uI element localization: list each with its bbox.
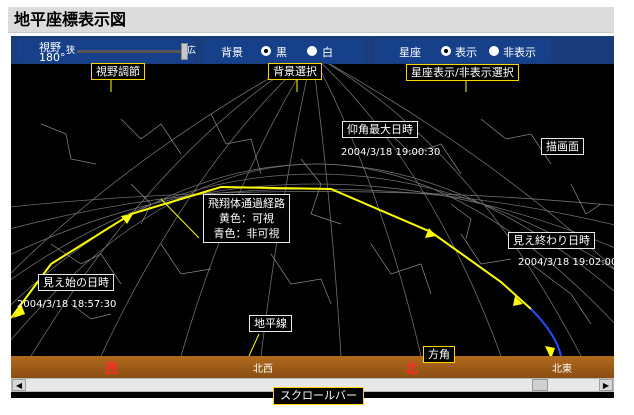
constellation-show-radio[interactable] [441,46,451,56]
annotation-scrollbar: スクロールバー [273,387,364,405]
sky-view-frame: 視野 180° 狭 広 背景 黒 白 星座 表示 非表示 視野調節 背景選択 星… [11,36,614,398]
background-white-option[interactable]: 白 [322,44,333,60]
constellation-line [40,123,97,165]
fov-value: 180° [39,51,66,64]
path-yellow-note: 黄色：可視 [219,212,274,225]
annotation-direction: 方角 [423,346,455,363]
compass-west: 西 [105,362,119,377]
annotation-background-select: 背景選択 [268,63,322,80]
annotation-visible-start: 見え始の日時 [38,274,114,291]
constellation-line [120,118,182,155]
annotation-drawing-surface: 描画面 [541,138,584,155]
constellation-line [530,263,592,325]
fov-narrow-label: 狭 [66,46,76,56]
pointer-path [160,198,200,239]
horizon-compass-bar: 西 北西 北 北東 [11,356,614,378]
grid-line [11,188,614,230]
constellation-hide-option[interactable]: 非表示 [503,44,536,60]
grid-line [316,64,422,356]
scroll-left-button[interactable]: ◀ [12,379,26,391]
annotation-visible-end: 見え終わり日時 [508,232,595,249]
constellation-line [570,183,602,215]
sky-canvas[interactable] [11,64,614,356]
fov-wide-label: 広 [187,46,197,56]
path-arrow [545,346,555,356]
fov-slider-track[interactable] [77,50,187,53]
visible-end-time: 2004/3/18 19:02:00 [518,257,614,268]
constellation-line [130,183,152,225]
background-black-option[interactable]: 黒 [276,44,287,60]
path-blue-note: 青色：非可視 [213,227,280,240]
annotation-path: 飛翔体通過経路 黄色：可視 青色：非可視 [203,194,290,243]
max-elevation-time: 2004/3/18 19:00:30 [341,147,441,158]
compass-northwest: 北西 [253,364,273,375]
page-title: 地平座標表示図 [8,7,614,33]
invisible-path [530,308,562,356]
background-label: 背景 [221,46,243,59]
annotation-constellation-select: 星座表示/非表示選択 [406,64,519,81]
constellation-line [450,203,472,240]
constellation-hide-radio[interactable] [489,46,499,56]
visible-start-time: 2004/3/18 18:57:30 [17,299,117,310]
constellation-line [270,253,332,305]
constellation-line [370,243,432,295]
background-black-radio[interactable] [261,46,271,56]
annotation-fov-adjust: 視野調節 [91,63,145,80]
constellation-label: 星座 [399,46,421,59]
fov-panel: 視野 180° 狭 広 [17,39,197,64]
scroll-thumb[interactable] [532,379,548,391]
grid-line [11,64,295,274]
constellation-line [160,243,212,275]
pointer-horizon [248,333,260,356]
constellation-panel: 星座 表示 非表示 [375,39,551,63]
compass-north: 北 [405,362,419,377]
scroll-right-button[interactable]: ▶ [599,379,613,391]
grid-line [321,64,502,356]
control-bar: 視野 180° 狭 広 背景 黒 白 星座 表示 非表示 [11,36,614,64]
grid-line [312,64,342,356]
background-panel: 背景 黒 白 [203,39,365,63]
grid-line [329,64,614,270]
grid-line [328,64,582,356]
background-white-radio[interactable] [307,46,317,56]
constellation-show-option[interactable]: 表示 [455,44,477,60]
compass-northeast: 北東 [552,364,572,375]
annotation-max-elevation: 仰角最大日時 [342,121,418,138]
annotation-horizon-line: 地平線 [249,315,292,332]
path-title: 飛翔体通過経路 [208,197,285,210]
